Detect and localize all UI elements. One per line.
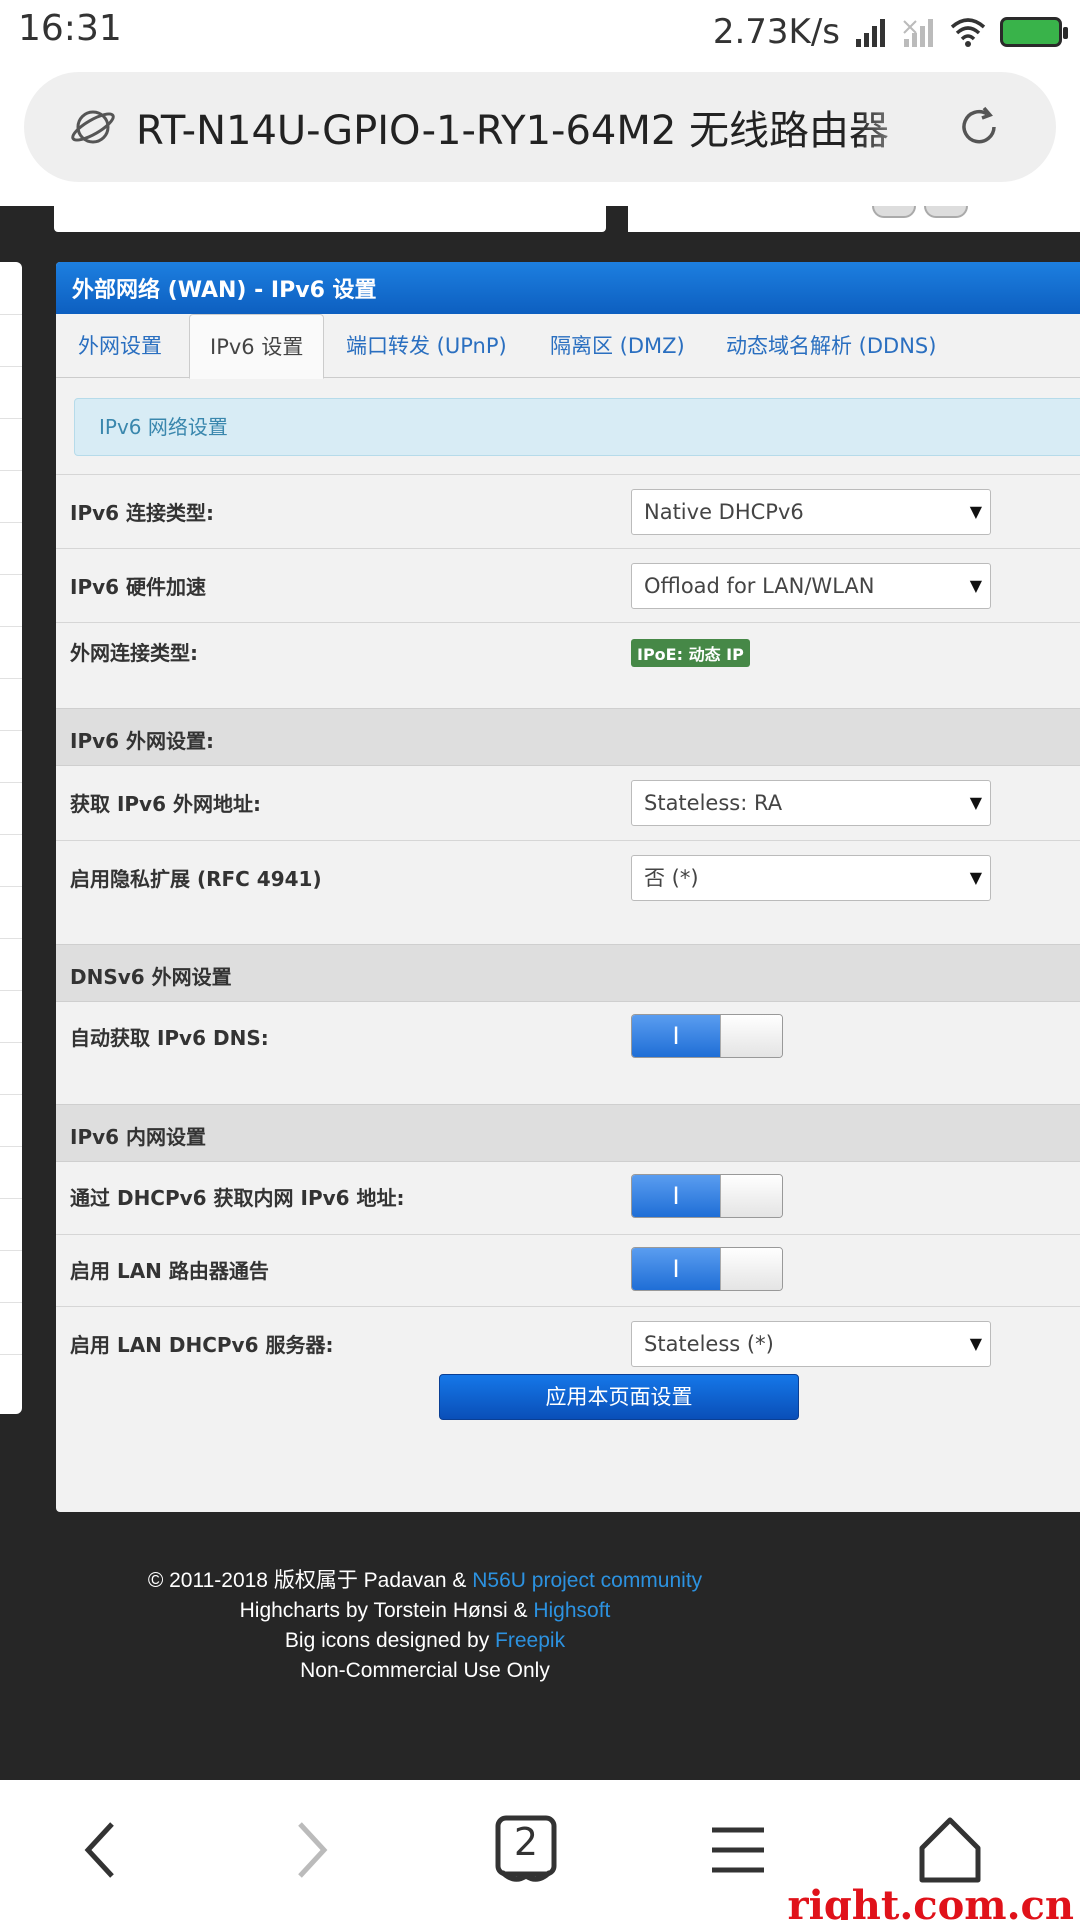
apply-button[interactable]: 应用本页面设置 [439, 1374, 799, 1420]
ra-label: 启用 LAN 路由器通告 [70, 1259, 269, 1283]
watermark: right.com.cn [787, 1882, 1074, 1920]
top-card-left [54, 206, 606, 232]
url-fade [856, 92, 936, 162]
row-get-addr: 获取 IPv6 外网地址: Stateless: RA ▼ [56, 766, 1080, 840]
toggle-knob [720, 1248, 782, 1290]
tabs-icon[interactable]: 2 [486, 1810, 566, 1890]
row-conn-type: IPv6 连接类型: Native DHCPv6 ▼ [56, 474, 1080, 548]
toggle-on-label: I [632, 1015, 720, 1057]
row-wan-type: 外网连接类型: IPoE: 动态 IP [56, 622, 1080, 708]
net-speed: 2.73K/s [712, 12, 840, 52]
dhcp-lan-toggle[interactable]: I [631, 1174, 783, 1218]
get-addr-label: 获取 IPv6 外网地址: [70, 792, 261, 816]
caret-down-icon: ▼ [969, 1334, 982, 1353]
section-wan-label: IPv6 外网设置: [70, 729, 215, 753]
row-dhcp-server: 启用 LAN DHCPv6 服务器: Stateless (*) ▼ [56, 1306, 1080, 1380]
section-lan-label: IPv6 内网设置 [70, 1125, 207, 1149]
signal-weak-icon [903, 19, 933, 47]
dhcp-server-label: 启用 LAN DHCPv6 服务器: [70, 1333, 334, 1357]
toggle-on-label: I [632, 1248, 720, 1290]
footer-line-2: Highcharts by Torstein Hønsi & Highsoft [239, 1599, 611, 1622]
status-time: 16:31 [18, 8, 122, 49]
menu-icon[interactable] [698, 1810, 778, 1890]
conn-type-label: IPv6 连接类型: [70, 501, 215, 525]
panel-title: 外部网络 (WAN) - IPv6 设置 [56, 262, 1080, 314]
router-page: 外部网络 (WAN) - IPv6 设置 外网设置 IPv6 设置 端口转发 (… [0, 206, 1080, 1780]
tab-upnp[interactable]: 端口转发 (UPnP) [346, 314, 507, 378]
address-bar[interactable]: RT-N14U-GPIO-1-RY1-64M2 无线路由器 [24, 72, 1056, 182]
section-wan: IPv6 外网设置: [56, 708, 1080, 766]
footer-link-community[interactable]: N56U project community [472, 1569, 702, 1592]
conn-type-select[interactable]: Native DHCPv6 ▼ [631, 489, 991, 535]
top-card-right [628, 206, 1080, 232]
section-dns: DNSv6 外网设置 [56, 944, 1080, 1002]
footer-line-1: © 2011-2018 版权属于 Padavan & N56U project … [147, 1569, 703, 1592]
section-lan: IPv6 内网设置 [56, 1104, 1080, 1162]
battery-charging-icon [1000, 17, 1068, 47]
caret-down-icon: ▼ [969, 502, 982, 521]
toggle-knob [720, 1175, 782, 1217]
signal-icon [856, 19, 885, 47]
tab-bar: 外网设置 IPv6 设置 端口转发 (UPnP) 隔离区 (DMZ) 动态域名解… [56, 314, 1080, 379]
wifi-icon [950, 18, 986, 47]
caret-down-icon: ▼ [969, 576, 982, 595]
tab-ddns[interactable]: 动态域名解析 (DDNS) [726, 314, 936, 378]
dhcp-server-select[interactable]: Stateless (*) ▼ [631, 1321, 991, 1367]
auto-dns-toggle[interactable]: I [631, 1014, 783, 1058]
sidebar-menu[interactable] [0, 262, 22, 1414]
status-badge: IPoE: 动态 IP [631, 639, 750, 667]
hw-accel-label: IPv6 硬件加速 [70, 575, 207, 599]
reload-icon[interactable] [954, 102, 1004, 152]
toggle-on-label: I [632, 1175, 720, 1217]
auto-dns-label: 自动获取 IPv6 DNS: [70, 1026, 269, 1050]
row-privacy: 启用隐私扩展 (RFC 4941) 否 (*) ▼ [56, 840, 1080, 944]
privacy-select[interactable]: 否 (*) ▼ [631, 855, 991, 901]
ra-toggle[interactable]: I [631, 1247, 783, 1291]
caret-down-icon: ▼ [969, 868, 982, 887]
footer-line-4: Non-Commercial Use Only [300, 1659, 550, 1682]
tab-count: 2 [513, 1820, 539, 1864]
section-dns-label: DNSv6 外网设置 [70, 965, 232, 989]
row-dhcp-lan: 通过 DHCPv6 获取内网 IPv6 地址: I [56, 1162, 1080, 1234]
footer-link-freepik[interactable]: Freepik [495, 1629, 565, 1652]
row-auto-dns: 自动获取 IPv6 DNS: I [56, 1002, 1080, 1104]
tab-ipv6[interactable]: IPv6 设置 [189, 314, 325, 379]
tab-wan[interactable]: 外网设置 [78, 314, 162, 378]
toggle-knob [720, 1015, 782, 1057]
privacy-label: 启用隐私扩展 (RFC 4941) [70, 867, 322, 891]
row-ra: 启用 LAN 路由器通告 I [56, 1234, 1080, 1306]
top-card-button-1[interactable] [872, 206, 916, 218]
status-indicators: 2.73K/s [712, 10, 1068, 54]
tab-dmz[interactable]: 隔离区 (DMZ) [550, 314, 685, 378]
status-bar: 16:31 2.73K/s [0, 0, 1080, 64]
browser-toolbar: RT-N14U-GPIO-1-RY1-64M2 无线路由器 [0, 64, 1080, 206]
hw-accel-select[interactable]: Offload for LAN/WLAN ▼ [631, 563, 991, 609]
dhcp-lan-label: 通过 DHCPv6 获取内网 IPv6 地址: [70, 1186, 405, 1210]
home-icon[interactable] [910, 1810, 990, 1890]
wan-type-label: 外网连接类型: [70, 641, 198, 665]
back-icon[interactable] [60, 1810, 140, 1890]
footer-line-3: Big icons designed by Freepik [284, 1629, 566, 1652]
info-box: IPv6 网络设置 [74, 398, 1080, 456]
forward-icon[interactable] [272, 1810, 352, 1890]
caret-down-icon: ▼ [969, 793, 982, 812]
row-hw-accel: IPv6 硬件加速 Offload for LAN/WLAN ▼ [56, 548, 1080, 622]
footer-link-highsoft[interactable]: Highsoft [533, 1599, 610, 1622]
footer: © 2011-2018 版权属于 Padavan & N56U project … [0, 1566, 850, 1686]
wan-ipv6-panel: 外部网络 (WAN) - IPv6 设置 外网设置 IPv6 设置 端口转发 (… [56, 262, 1080, 1512]
url-text[interactable]: RT-N14U-GPIO-1-RY1-64M2 无线路由器 [136, 98, 926, 156]
planet-icon [71, 110, 115, 144]
get-addr-select[interactable]: Stateless: RA ▼ [631, 780, 991, 826]
top-card-button-2[interactable] [924, 206, 968, 218]
